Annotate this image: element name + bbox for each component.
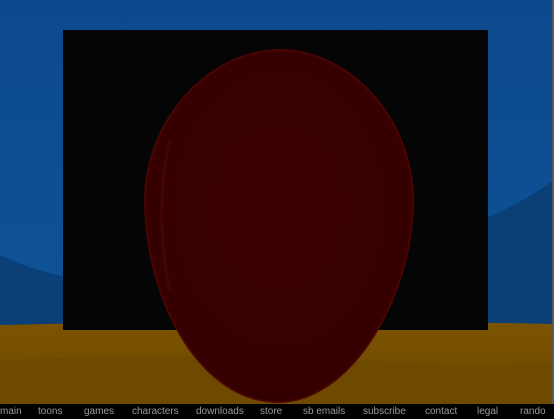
nav-link-store[interactable]: store: [260, 405, 282, 418]
nav-link-sb-emails[interactable]: sb emails: [303, 405, 345, 418]
nav-link-downloads[interactable]: downloads: [196, 405, 244, 418]
nav-link-games[interactable]: games: [84, 405, 114, 418]
flash-stage: main toons games characters downloads st…: [0, 0, 554, 419]
nav-link-toons[interactable]: toons: [38, 405, 62, 418]
nav-link-characters[interactable]: characters: [132, 405, 179, 418]
nav-link-legal[interactable]: legal: [477, 405, 498, 418]
nav-link-main[interactable]: main: [0, 405, 22, 418]
black-screen: [63, 30, 488, 330]
nav-link-rando[interactable]: rando: [520, 405, 546, 418]
nav-link-contact[interactable]: contact: [425, 405, 457, 418]
nav-link-subscribe[interactable]: subscribe: [363, 405, 406, 418]
nav-bar: main toons games characters downloads st…: [0, 404, 554, 419]
